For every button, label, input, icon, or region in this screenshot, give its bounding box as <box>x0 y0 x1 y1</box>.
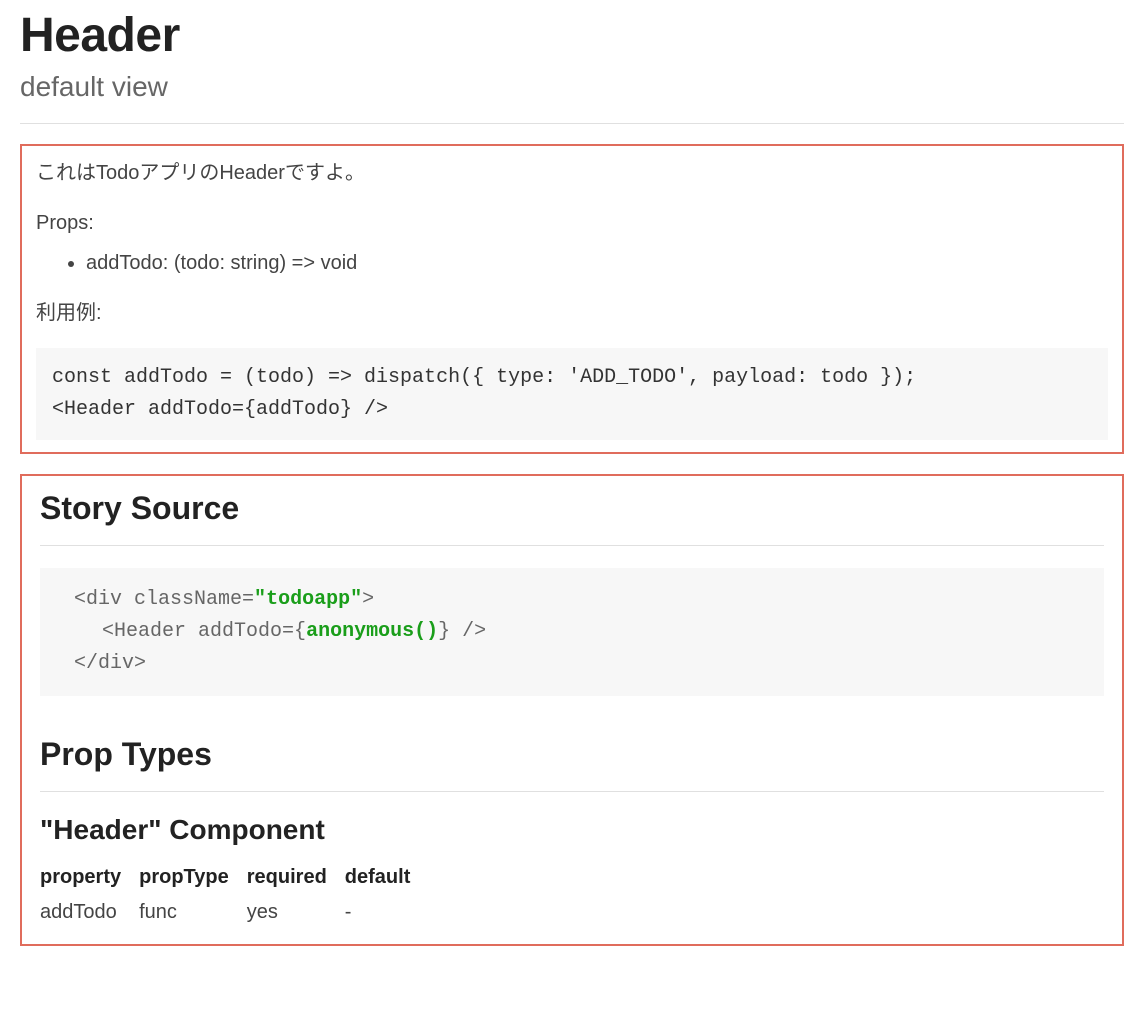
table-cell: yes <box>247 895 345 930</box>
divider <box>20 123 1124 124</box>
info-description: これはTodoアプリのHeaderですよ。 <box>36 158 1108 188</box>
props-label: Props: <box>36 208 1108 238</box>
component-heading: "Header" Component <box>40 814 1104 846</box>
info-panel: これはTodoアプリのHeaderですよ。 Props: addTodo: (t… <box>20 144 1124 454</box>
code-token: anonymous() <box>306 620 438 643</box>
prop-types-table: property propType required default addTo… <box>40 860 428 930</box>
code-token: className= <box>122 588 254 611</box>
table-header: default <box>345 860 429 895</box>
table-cell: addTodo <box>40 895 139 930</box>
page-title: Header <box>20 8 1124 63</box>
table-header: property <box>40 860 139 895</box>
code-token: { <box>294 620 306 643</box>
table-row: addTodo func yes - <box>40 895 428 930</box>
table-header: required <box>247 860 345 895</box>
table-cell: - <box>345 895 429 930</box>
code-token: <div <box>74 588 122 611</box>
story-panel: Story Source <div className="todoapp"> <… <box>20 474 1124 946</box>
story-source-code: <div className="todoapp"> <Header addTod… <box>40 568 1104 696</box>
code-token: addTodo= <box>186 620 294 643</box>
code-token: } <box>438 620 450 643</box>
code-token: > <box>362 588 374 611</box>
code-token: </div> <box>74 652 146 675</box>
prop-types-heading: Prop Types <box>40 736 1104 773</box>
code-token: " <box>254 588 266 611</box>
props-list: addTodo: (todo: string) => void <box>86 248 1108 278</box>
usage-label: 利用例: <box>36 298 1108 328</box>
usage-code: const addTodo = (todo) => dispatch({ typ… <box>36 348 1108 440</box>
story-source-heading: Story Source <box>40 490 1104 527</box>
code-token: todoapp <box>266 588 350 611</box>
divider <box>40 791 1104 792</box>
page-subtitle: default view <box>20 71 1124 103</box>
table-cell: func <box>139 895 247 930</box>
list-item: addTodo: (todo: string) => void <box>86 248 1108 278</box>
code-token: /> <box>450 620 486 643</box>
code-token: <Header <box>102 620 186 643</box>
table-header: propType <box>139 860 247 895</box>
code-token: " <box>350 588 362 611</box>
divider <box>40 545 1104 546</box>
